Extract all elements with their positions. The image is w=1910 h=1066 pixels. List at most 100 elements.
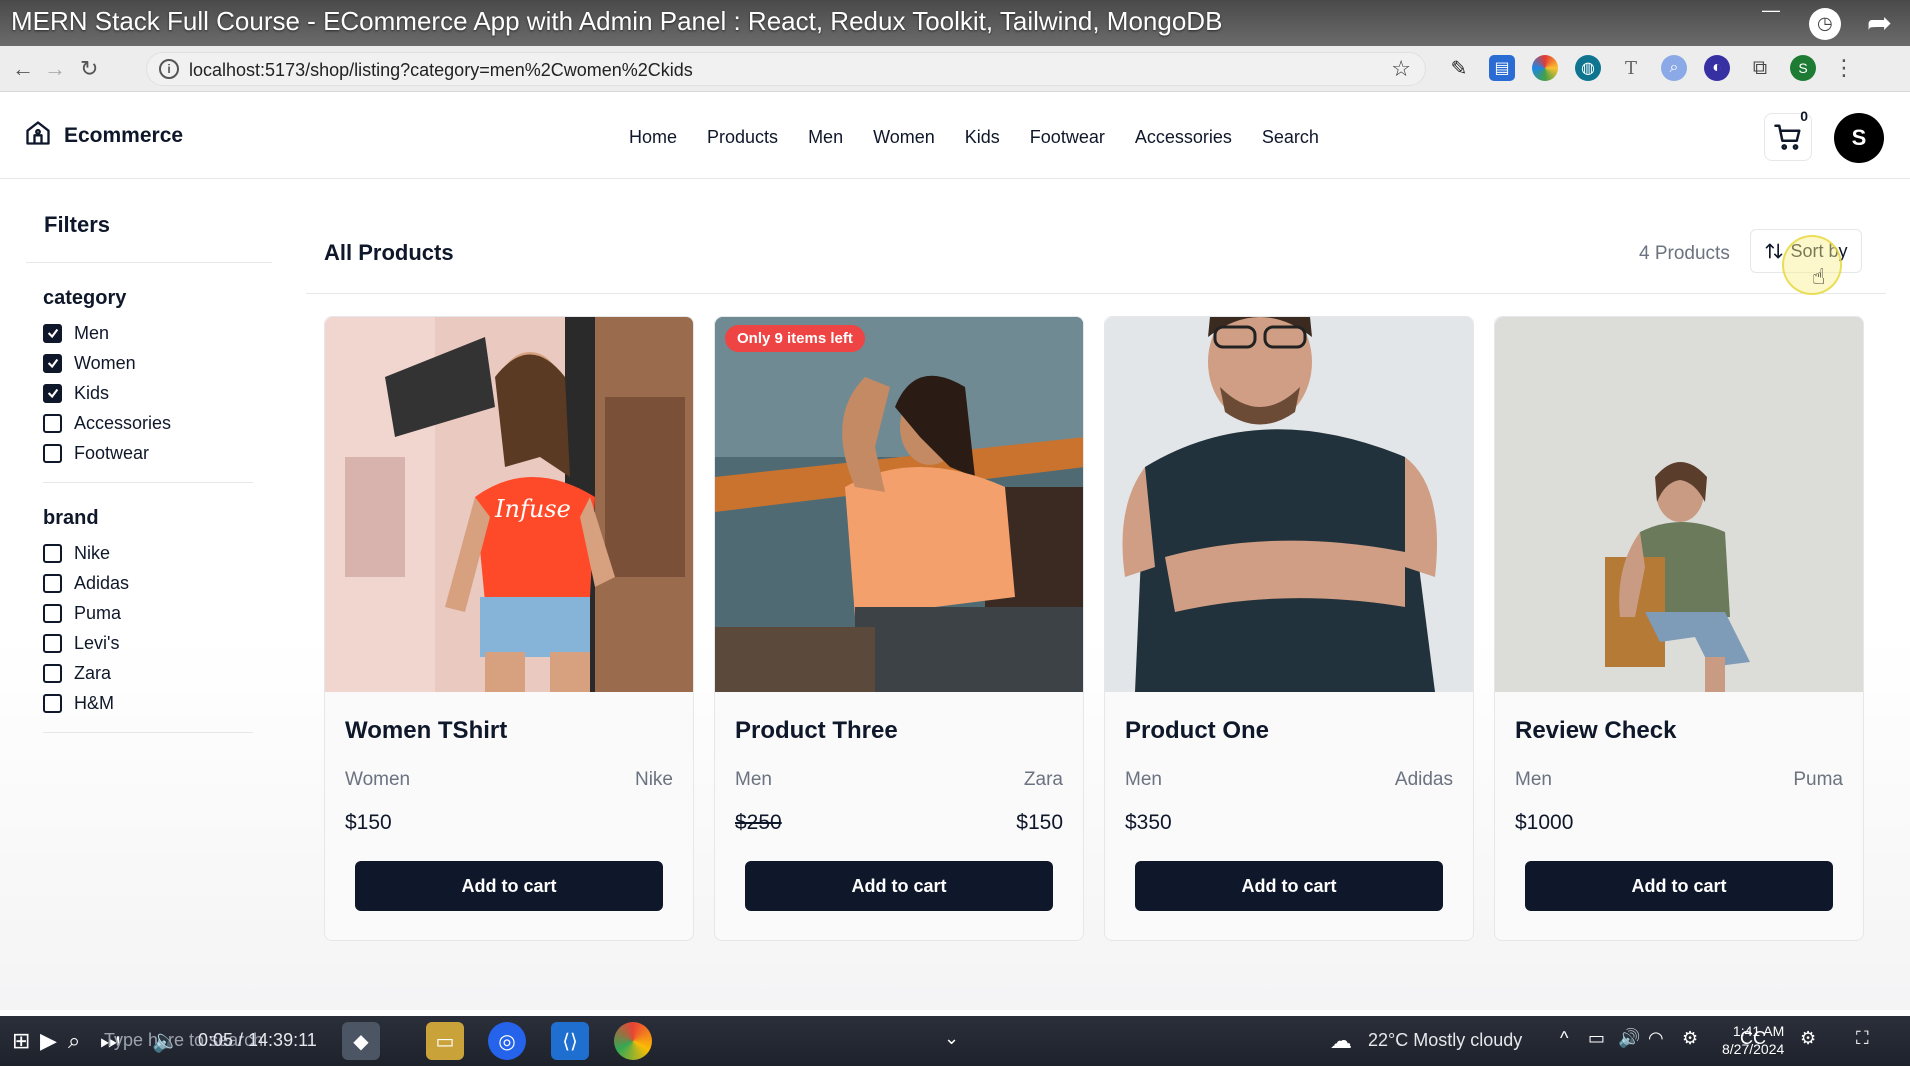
checkbox[interactable] [43,573,62,593]
brand-link[interactable]: Ecommerce [24,119,183,152]
checkbox[interactable] [43,443,62,463]
forward-icon[interactable]: → [44,56,66,82]
watch-later-icon[interactable]: ◷ [1808,7,1841,40]
tray-chevron-icon[interactable]: ^ [1560,1028,1568,1049]
checkbox-checked[interactable] [43,353,62,373]
play-icon[interactable]: ▶ [40,1028,57,1054]
reload-icon[interactable]: ↻ [80,56,98,82]
filter-option-label: Nike [74,542,111,563]
filter-group-category: category Men Women Kids Accessories Foot… [26,287,252,468]
filter-option-puma[interactable]: Puma [43,598,252,628]
vscode-icon[interactable]: ⟨⟩ [551,1022,589,1060]
chrome-icon[interactable] [614,1022,652,1060]
minimize-icon[interactable]: — [1762,0,1780,21]
filter-option-men[interactable]: Men [43,318,252,348]
search-icon[interactable]: ⌕ [68,1028,80,1054]
user-avatar[interactable]: S [1834,113,1884,163]
weather-text[interactable]: 22°C Mostly cloudy [1368,1030,1522,1051]
add-to-cart-button[interactable]: Add to cart [355,861,663,911]
product-card[interactable]: Infuse Women TShirt Women Nike $150 Add … [324,316,694,941]
filter-option-nike[interactable]: Nike [43,538,252,568]
share-icon[interactable]: ➦ [1867,6,1892,41]
checkbox[interactable] [43,413,62,433]
extensions-puzzle-icon[interactable]: ⧉ [1747,55,1773,81]
product-price: $1000 [1515,811,1574,834]
checkbox[interactable] [43,693,62,713]
filter-group-title: category [43,287,127,309]
browser-profile-avatar[interactable]: S [1790,55,1816,81]
filter-option-women[interactable]: Women [43,348,252,378]
battery-icon[interactable]: ▭ [1588,1028,1605,1049]
video-settings-icon[interactable]: ⚙ [1800,1028,1816,1049]
filter-option-zara[interactable]: Zara [43,658,252,688]
bird-app-icon[interactable]: ◆ [342,1022,380,1060]
product-card[interactable]: Product One Men Adidas $350 Add to cart [1104,316,1474,941]
checkbox[interactable] [43,543,62,563]
filter-option-adidas[interactable]: Adidas [43,568,252,598]
product-image[interactable] [1105,317,1473,692]
volume-icon[interactable]: 🔈 [152,1028,179,1054]
settings-gear-icon[interactable]: ⚙ [1682,1028,1698,1049]
back-icon[interactable]: ← [12,56,34,82]
house-icon [24,119,52,152]
divider [26,262,272,263]
browser-menu-icon[interactable]: ⋮ [1833,55,1855,81]
text-extension-icon[interactable]: T [1618,55,1644,81]
product-card[interactable]: Review Check Men Puma $1000 Add to cart [1494,316,1864,941]
eyedropper-extension-icon[interactable]: ✎ [1446,55,1472,81]
captions-icon[interactable]: CC [1740,1028,1766,1049]
windows-start-icon[interactable]: ⊞ [12,1028,30,1054]
stock-badge: Only 9 items left [725,325,865,352]
folder-icon[interactable]: ▭ [426,1022,464,1060]
add-to-cart-button[interactable]: Add to cart [1135,861,1443,911]
add-to-cart-button[interactable]: Add to cart [1525,861,1833,911]
checkbox[interactable] [43,633,62,653]
cart-button[interactable]: 0 [1764,108,1812,161]
nav-item-home[interactable]: Home [629,127,677,148]
fullscreen-icon[interactable]: ⛶ [1856,1028,1869,1049]
extension-icon[interactable]: ▤ [1489,55,1515,81]
nav-item-search[interactable]: Search [1262,127,1319,148]
nav-item-women[interactable]: Women [873,127,935,148]
wifi-icon[interactable]: ◠ [1648,1028,1664,1049]
chevron-down-icon[interactable]: ⌄ [944,1028,959,1049]
nav-item-footwear[interactable]: Footwear [1030,127,1105,148]
product-image[interactable] [1495,317,1863,692]
main-nav: Home Products Men Women Kids Footwear Ac… [629,127,1319,148]
globe-extension-icon[interactable]: ◍ [1575,55,1601,81]
checkbox-checked[interactable] [43,323,62,343]
checkbox[interactable] [43,603,62,623]
site-info-icon[interactable]: i [159,59,179,79]
filter-option-kids[interactable]: Kids [43,378,252,408]
add-to-cart-button[interactable]: Add to cart [745,861,1053,911]
nav-item-accessories[interactable]: Accessories [1135,127,1232,148]
nav-item-kids[interactable]: Kids [965,127,1000,148]
moon-extension-icon[interactable]: ◐ [1704,55,1730,81]
product-count: 4 Products [1639,243,1730,264]
video-time: 0:05 / 14:39:11 [198,1030,317,1050]
speaker-icon[interactable]: 🔊 [1618,1028,1640,1049]
product-brand: Nike [634,769,673,790]
product-name: Review Check [1515,717,1677,744]
product-image[interactable]: Infuse [325,317,693,692]
video-title[interactable]: MERN Stack Full Course - ECommerce App w… [11,6,1222,37]
cart-icon [1774,124,1801,150]
app-icon[interactable]: ◎ [488,1022,526,1060]
product-image[interactable]: Only 9 items left [715,317,1083,692]
shop-listing-page: Filters category Men Women Kids Accessor… [0,180,1910,1010]
address-bar[interactable]: i localhost:5173/shop/listing?category=m… [146,52,1426,86]
url-text[interactable]: localhost:5173/shop/listing?category=men… [189,60,693,81]
sort-by-button[interactable]: Sort by [1750,229,1862,273]
bookmark-star-icon[interactable]: ☆ [1391,56,1411,82]
filter-option-accessories[interactable]: Accessories [43,408,252,438]
filter-option-hm[interactable]: H&M [43,688,252,718]
colorpicker-extension-icon[interactable] [1532,55,1558,81]
filter-option-footwear[interactable]: Footwear [43,438,252,468]
search-extension-icon[interactable]: ⌕ [1661,55,1687,81]
filter-option-levis[interactable]: Levi's [43,628,252,658]
product-card[interactable]: Only 9 items left Product Three Men Zara… [714,316,1084,941]
checkbox[interactable] [43,663,62,683]
nav-item-products[interactable]: Products [707,127,778,148]
nav-item-men[interactable]: Men [808,127,843,148]
checkbox-checked[interactable] [43,383,62,403]
